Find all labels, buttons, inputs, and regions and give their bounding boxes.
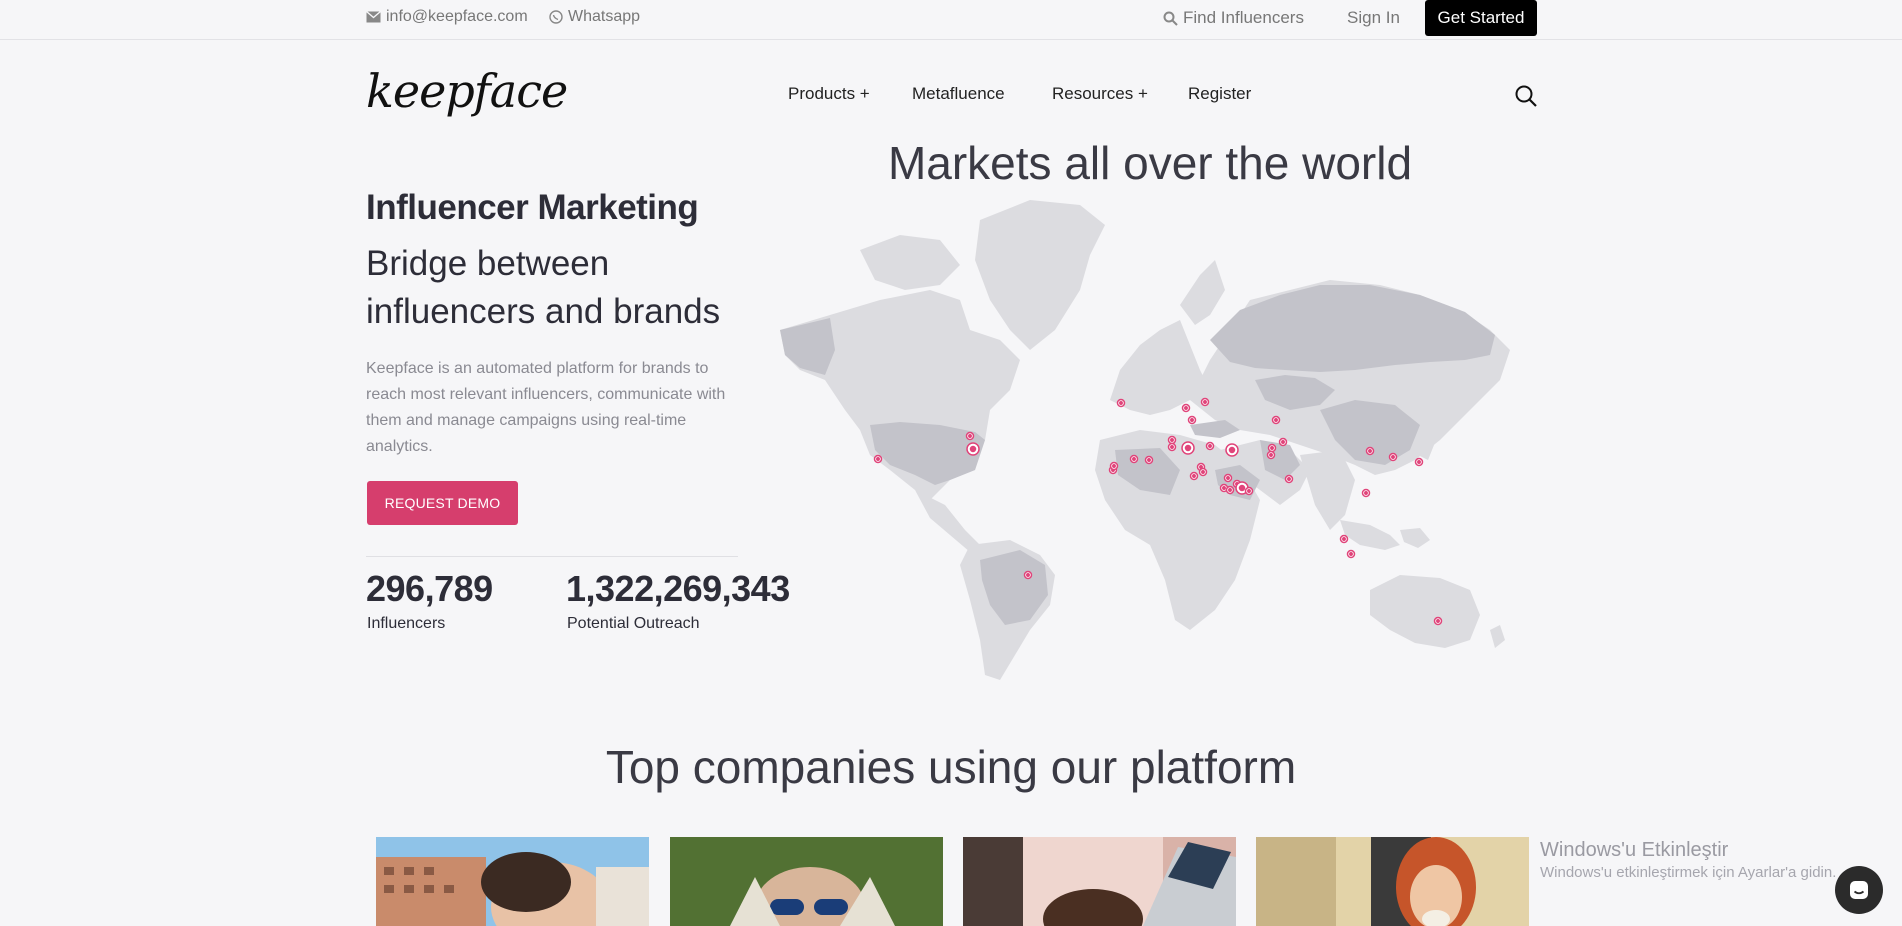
search-icon[interactable] — [1514, 84, 1538, 108]
marker — [1284, 474, 1294, 484]
nav-products[interactable]: Products + — [788, 84, 870, 104]
marker — [1266, 450, 1276, 460]
influencers-count: 296,789 — [366, 568, 493, 609]
outreach-label: Potential Outreach — [567, 615, 700, 632]
marker — [1181, 441, 1195, 455]
marker — [1144, 455, 1154, 465]
hero-title: Influencer Marketing — [366, 188, 699, 227]
whatsapp-link[interactable]: Whatsapp — [549, 8, 640, 26]
whatsapp-icon — [549, 10, 563, 24]
marker — [1023, 570, 1033, 580]
chat-widget-button[interactable] — [1835, 866, 1883, 914]
top-bar: info@keepface.com Whatsapp Find Influenc… — [0, 0, 1902, 40]
marker — [1167, 442, 1177, 452]
chat-icon — [1850, 881, 1868, 899]
marker — [1278, 437, 1288, 447]
company-card-4[interactable] — [1256, 837, 1529, 926]
map-title: Markets all over the world — [887, 137, 1413, 189]
stats-divider — [366, 556, 738, 557]
nav-resources[interactable]: Resources + — [1052, 84, 1148, 104]
marker — [1187, 415, 1197, 425]
marker — [1225, 485, 1235, 495]
outreach-count: 1,322,269,343 — [566, 568, 790, 609]
logo[interactable]: keepface — [366, 64, 568, 118]
request-demo-button[interactable]: REQUEST DEMO — [367, 481, 518, 525]
marker — [1414, 457, 1424, 467]
company-card-1[interactable] — [376, 837, 649, 926]
marker — [1339, 534, 1349, 544]
find-influencers-text: Find Influencers — [1183, 8, 1304, 27]
marker — [1346, 549, 1356, 559]
marker — [1388, 452, 1398, 462]
marker — [1167, 435, 1177, 445]
whatsapp-text: Whatsapp — [568, 8, 641, 25]
marker — [1200, 397, 1210, 407]
marker — [1361, 488, 1371, 498]
windows-activation-title: Windows'u Etkinleştir — [1540, 839, 1729, 861]
company-card-3[interactable] — [963, 837, 1236, 926]
marker — [1244, 486, 1254, 496]
influencers-label: Influencers — [367, 615, 446, 632]
marker — [965, 431, 975, 441]
marker — [1116, 398, 1126, 408]
hero-subtitle: Bridge between influencers and brands — [366, 244, 721, 331]
find-influencers-link[interactable]: Find Influencers — [1163, 8, 1304, 28]
marker — [1109, 461, 1119, 471]
marker — [1223, 473, 1233, 483]
sign-in-link[interactable]: Sign In — [1347, 8, 1400, 28]
marker — [1433, 616, 1443, 626]
marker — [1267, 443, 1277, 453]
company-photo-3 — [963, 837, 1236, 926]
sign-in-text: Sign In — [1347, 8, 1400, 27]
marker — [1271, 415, 1281, 425]
marker — [966, 442, 980, 456]
marker — [1225, 443, 1239, 457]
companies-title: Top companies using our platform — [605, 741, 1297, 793]
email-link[interactable]: info@keepface.com — [366, 8, 528, 26]
search-icon — [1163, 11, 1178, 26]
company-photo-1 — [376, 837, 649, 926]
nav-register[interactable]: Register — [1188, 84, 1251, 104]
marker — [1198, 467, 1208, 477]
company-photo-2 — [670, 837, 943, 926]
envelope-icon — [366, 11, 381, 23]
nav-metafluence[interactable]: Metafluence — [912, 84, 1005, 104]
marker — [1181, 403, 1191, 413]
windows-activation-subtitle: Windows'u etkinleştirmek için Ayarlar'a … — [1540, 864, 1837, 881]
marker — [1205, 441, 1215, 451]
marker — [1129, 454, 1139, 464]
marker — [1365, 446, 1375, 456]
get-started-button[interactable]: Get Started — [1425, 0, 1537, 36]
hero-description: Keepface is an automated platform for br… — [366, 360, 726, 455]
company-card-2[interactable] — [670, 837, 943, 926]
world-map — [780, 200, 1510, 680]
email-text: info@keepface.com — [386, 8, 528, 25]
marker — [873, 454, 883, 464]
marker — [1189, 471, 1199, 481]
company-photo-4 — [1256, 837, 1529, 926]
